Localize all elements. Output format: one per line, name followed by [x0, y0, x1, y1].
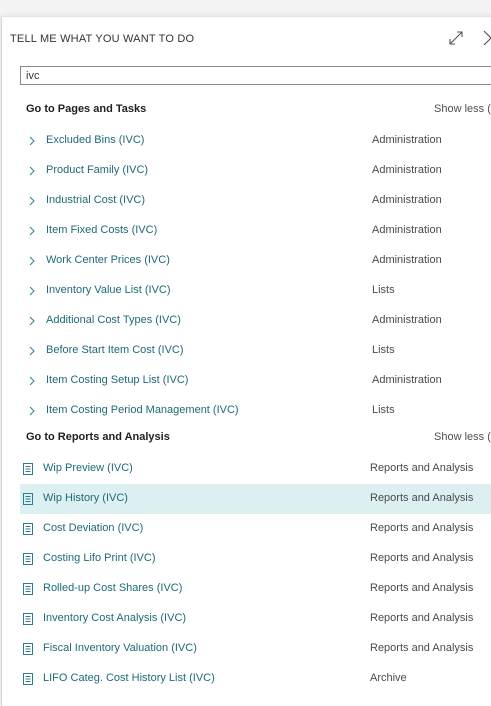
page-row-industrial-cost[interactable]: Industrial Cost (IVC) Administration — [20, 186, 491, 216]
page-row-label: Product Family (IVC) — [46, 164, 149, 176]
reports-show-less-link[interactable]: Show less (3) — [434, 431, 491, 443]
page-row-category: Administration — [372, 164, 442, 176]
chevron-right-icon — [29, 316, 35, 326]
page-row-before-start-item-cost[interactable]: Before Start Item Cost (IVC) Lists — [20, 336, 491, 366]
tell-me-dialog: TELL ME WHAT YOU WANT TO DO Go to Pages … — [1, 16, 491, 706]
page-row-item-costing-setup-list[interactable]: Item Costing Setup List (IVC) Administra… — [20, 366, 491, 396]
report-row-fiscal-inventory-valuation[interactable]: Fiscal Inventory Valuation (IVC) Reports… — [20, 634, 491, 664]
page-row-category: Administration — [372, 374, 442, 386]
page-row-label: Inventory Value List (IVC) — [46, 284, 171, 296]
report-row-category: Reports and Analysis — [370, 642, 474, 654]
page-row-label: Item Fixed Costs (IVC) — [46, 224, 158, 236]
pages-section-title: Go to Pages and Tasks — [26, 103, 147, 115]
report-icon — [23, 553, 33, 565]
report-row-category: Reports and Analysis — [370, 462, 474, 474]
page-row-category: Administration — [372, 134, 442, 146]
window-top-strip — [0, 0, 491, 16]
report-row-rolled-up-cost-shares[interactable]: Rolled-up Cost Shares (IVC) Reports and … — [20, 574, 491, 604]
search-input[interactable] — [20, 66, 491, 85]
page-row-label: Industrial Cost (IVC) — [46, 194, 146, 206]
page-row-category: Administration — [372, 224, 442, 236]
page-row-excluded-bins[interactable]: Excluded Bins (IVC) Administration — [20, 126, 491, 156]
report-row-category: Reports and Analysis — [370, 522, 474, 534]
chevron-right-icon — [29, 406, 35, 416]
chevron-right-icon — [29, 226, 35, 236]
report-row-category: Reports and Analysis — [370, 612, 474, 624]
page-row-label: Work Center Prices (IVC) — [46, 254, 170, 266]
page-row-inventory-value-list[interactable]: Inventory Value List (IVC) Lists — [20, 276, 491, 306]
report-icon — [23, 613, 33, 625]
close-icon[interactable] — [479, 29, 491, 47]
page-row-additional-cost-types[interactable]: Additional Cost Types (IVC) Administrati… — [20, 306, 491, 336]
page-row-label: Item Costing Period Management (IVC) — [46, 404, 239, 416]
chevron-right-icon — [29, 376, 35, 386]
report-row-lifo-categ-cost-history-list[interactable]: LIFO Categ. Cost History List (IVC) Arch… — [20, 664, 491, 694]
expand-icon[interactable] — [448, 30, 464, 46]
report-row-category: Archive — [370, 672, 407, 684]
report-row-cost-deviation[interactable]: Cost Deviation (IVC) Reports and Analysi… — [20, 514, 491, 544]
page-row-category: Lists — [372, 404, 395, 416]
report-row-label: Wip History (IVC) — [43, 492, 128, 504]
report-icon — [23, 523, 33, 535]
chevron-right-icon — [29, 256, 35, 266]
report-icon — [23, 643, 33, 655]
page-row-label: Before Start Item Cost (IVC) — [46, 344, 184, 356]
report-icon — [23, 463, 33, 475]
chevron-right-icon — [29, 166, 35, 176]
page-row-category: Administration — [372, 254, 442, 266]
report-row-label: Inventory Cost Analysis (IVC) — [43, 612, 187, 624]
report-row-category: Reports and Analysis — [370, 582, 474, 594]
reports-section-header: Go to Reports and Analysis Show less (3) — [2, 425, 491, 451]
page-row-work-center-prices[interactable]: Work Center Prices (IVC) Administration — [20, 246, 491, 276]
page-row-label: Excluded Bins (IVC) — [46, 134, 145, 146]
reports-section-title: Go to Reports and Analysis — [26, 431, 170, 443]
chevron-right-icon — [29, 196, 35, 206]
page-row-item-costing-period-management[interactable]: Item Costing Period Management (IVC) Lis… — [20, 396, 491, 426]
report-row-category: Reports and Analysis — [370, 492, 474, 504]
report-row-label: Wip Preview (IVC) — [43, 462, 133, 474]
report-row-label: Rolled-up Cost Shares (IVC) — [43, 582, 183, 594]
report-row-wip-history[interactable]: Wip History (IVC) Reports and Analysis — [20, 484, 491, 514]
report-icon — [23, 583, 33, 595]
chevron-right-icon — [29, 286, 35, 296]
report-icon — [23, 493, 33, 505]
page-row-item-fixed-costs[interactable]: Item Fixed Costs (IVC) Administration — [20, 216, 491, 246]
page-row-category: Lists — [372, 344, 395, 356]
report-row-wip-preview[interactable]: Wip Preview (IVC) Reports and Analysis — [20, 454, 491, 484]
chevron-right-icon — [29, 346, 35, 356]
report-row-label: Costing Lifo Print (IVC) — [43, 552, 156, 564]
report-row-category: Reports and Analysis — [370, 552, 474, 564]
page-row-category: Lists — [372, 284, 395, 296]
report-row-label: Fiscal Inventory Valuation (IVC) — [43, 642, 197, 654]
page-row-category: Administration — [372, 194, 442, 206]
page-row-label: Additional Cost Types (IVC) — [46, 314, 181, 326]
report-row-costing-lifo-print[interactable]: Costing Lifo Print (IVC) Reports and Ana… — [20, 544, 491, 574]
pages-section-header: Go to Pages and Tasks Show less (3 — [2, 97, 491, 123]
report-icon — [23, 673, 33, 685]
dialog-header: TELL ME WHAT YOU WANT TO DO — [2, 17, 491, 61]
report-row-label: Cost Deviation (IVC) — [43, 522, 144, 534]
page-row-label: Item Costing Setup List (IVC) — [46, 374, 189, 386]
page-row-product-family[interactable]: Product Family (IVC) Administration — [20, 156, 491, 186]
report-row-label: LIFO Categ. Cost History List (IVC) — [43, 672, 215, 684]
report-row-inventory-cost-analysis[interactable]: Inventory Cost Analysis (IVC) Reports an… — [20, 604, 491, 634]
pages-show-less-link[interactable]: Show less (3 — [434, 103, 491, 115]
chevron-right-icon — [29, 136, 35, 146]
dialog-title: TELL ME WHAT YOU WANT TO DO — [10, 33, 195, 45]
page-row-category: Administration — [372, 314, 442, 326]
